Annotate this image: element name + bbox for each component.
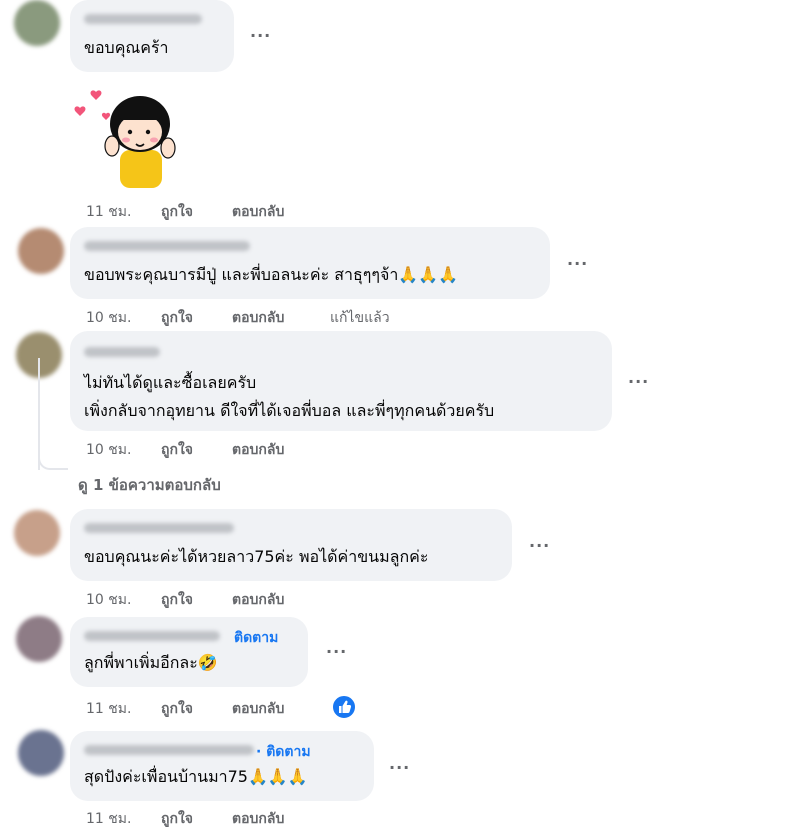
avatar[interactable]: [16, 616, 62, 662]
avatar[interactable]: [14, 0, 60, 46]
more-options-icon[interactable]: ···: [389, 758, 410, 777]
comment-text-line: เพิ่งกลับจากอุทยาน ดีใจที่ได้เจอพี่บอล แ…: [84, 401, 495, 420]
like-button[interactable]: ถูกใจ: [161, 808, 193, 830]
avatar[interactable]: [18, 730, 64, 776]
comment-text: ขอบคุณนะค่ะได้หวยลาว75ค่ะ พอได้ค่าขนมลูก…: [84, 547, 429, 566]
comment-bubble: ไม่ทันได้ดูและซื้อเลยครับ เพิ่งกลับจากอุ…: [70, 331, 612, 431]
commenter-name-redacted[interactable]: [84, 745, 254, 755]
comment-text: สุดปังค่ะเพื่อนบ้านมา75🙏🙏🙏: [84, 767, 308, 786]
commenter-name-redacted[interactable]: [84, 241, 250, 251]
timestamp[interactable]: 10 ชม.: [86, 589, 131, 611]
commenter-name-redacted[interactable]: [84, 631, 220, 641]
like-reaction-icon[interactable]: [331, 694, 357, 720]
more-options-icon[interactable]: ···: [250, 26, 271, 45]
comment-bubble: ขอบคุณนะค่ะได้หวยลาว75ค่ะ พอได้ค่าขนมลูก…: [70, 509, 512, 581]
reply-button[interactable]: ตอบกลับ: [232, 698, 284, 720]
avatar[interactable]: [14, 510, 60, 556]
more-options-icon[interactable]: ···: [567, 254, 588, 273]
more-options-icon[interactable]: ···: [628, 372, 649, 391]
thumbs-up-icon: [339, 700, 352, 713]
girl-hearts-sticker: [74, 90, 176, 188]
like-button[interactable]: ถูกใจ: [161, 307, 193, 329]
comment-bubble: ติดตาม ลูกพี่พาเพิ่มอีกละ🤣: [70, 617, 308, 687]
timestamp[interactable]: 10 ชม.: [86, 307, 131, 329]
like-button[interactable]: ถูกใจ: [161, 589, 193, 611]
sticker: [72, 86, 182, 190]
edited-label: แก้ไขแล้ว: [330, 310, 390, 326]
timestamp[interactable]: 11 ชม.: [86, 201, 131, 223]
reply-button[interactable]: ตอบกลับ: [232, 201, 284, 223]
like-button[interactable]: ถูกใจ: [161, 201, 193, 223]
comment-text-line: ไม่ทันได้ดูและซื้อเลยครับ: [84, 373, 257, 392]
reply-button[interactable]: ตอบกลับ: [232, 808, 284, 830]
like-button[interactable]: ถูกใจ: [161, 439, 193, 461]
follow-button[interactable]: · ติดตาม: [256, 741, 311, 763]
more-options-icon[interactable]: ···: [326, 642, 347, 661]
comment-text: ขอบพระคุณบารมีปู่ และพี่บอลนะค่ะ สาธุๆๆจ…: [84, 265, 459, 284]
avatar[interactable]: [18, 228, 64, 274]
commenter-name-redacted[interactable]: [84, 14, 202, 24]
comment-bubble: ขอบคุณคร้า: [70, 0, 234, 72]
view-replies-link[interactable]: ดู 1 ข้อความตอบกลับ: [78, 473, 221, 497]
reply-thread-curve: [38, 440, 68, 470]
comment-bubble: ขอบพระคุณบารมีปู่ และพี่บอลนะค่ะ สาธุๆๆจ…: [70, 227, 550, 299]
timestamp[interactable]: 10 ชม.: [86, 439, 131, 461]
like-button[interactable]: ถูกใจ: [161, 698, 193, 720]
commenter-name-redacted[interactable]: [84, 523, 234, 533]
timestamp[interactable]: 11 ชม.: [86, 698, 131, 720]
reply-button[interactable]: ตอบกลับ: [232, 307, 284, 329]
comment-bubble: · ติดตาม สุดปังค่ะเพื่อนบ้านมา75🙏🙏🙏: [70, 731, 374, 801]
comment-text: ลูกพี่พาเพิ่มอีกละ🤣: [84, 653, 218, 672]
timestamp[interactable]: 11 ชม.: [86, 808, 131, 830]
more-options-icon[interactable]: ···: [529, 536, 550, 555]
reply-button[interactable]: ตอบกลับ: [232, 439, 284, 461]
follow-button[interactable]: ติดตาม: [234, 627, 278, 649]
comment-text: ขอบคุณคร้า: [84, 38, 169, 57]
commenter-name-redacted[interactable]: [84, 347, 160, 357]
reply-button[interactable]: ตอบกลับ: [232, 589, 284, 611]
